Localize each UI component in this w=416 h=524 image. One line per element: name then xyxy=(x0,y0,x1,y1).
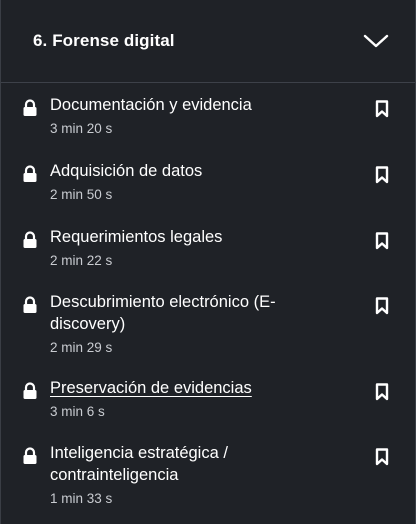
bookmark-icon[interactable] xyxy=(375,383,389,401)
lesson-title[interactable]: Requerimientos legales xyxy=(50,226,350,248)
lock-icon xyxy=(22,99,38,117)
section-title: 6. Forense digital xyxy=(33,31,175,50)
bookmark-icon[interactable] xyxy=(375,166,389,184)
lesson-duration: 2 min 22 s xyxy=(50,253,113,268)
lesson-title[interactable]: Adquisición de datos xyxy=(50,160,350,182)
lesson-item[interactable]: Preservación de evidencias 3 min 6 s xyxy=(1,377,416,427)
lock-icon xyxy=(22,231,38,249)
lock-icon xyxy=(22,296,38,314)
lesson-item[interactable]: Requerimientos legales 2 min 22 s xyxy=(1,226,416,276)
lock-icon xyxy=(22,447,38,465)
lesson-text: Requerimientos legales 2 min 22 s xyxy=(50,226,350,270)
lesson-title[interactable]: Inteligencia estratégica / contraintelig… xyxy=(50,442,300,486)
lesson-duration: 3 min 20 s xyxy=(50,121,113,136)
bookmark-icon[interactable] xyxy=(375,100,389,118)
lesson-duration: 1 min 33 s xyxy=(50,491,113,506)
lesson-text: Inteligencia estratégica / contraintelig… xyxy=(50,442,300,508)
lesson-item[interactable]: Inteligencia estratégica / contraintelig… xyxy=(1,442,416,512)
lesson-duration: 3 min 6 s xyxy=(50,404,105,419)
bookmark-icon[interactable] xyxy=(375,448,389,466)
lesson-text: Documentación y evidencia 3 min 20 s xyxy=(50,94,350,138)
lesson-duration: 2 min 29 s xyxy=(50,340,113,355)
lesson-duration: 2 min 50 s xyxy=(50,187,113,202)
chevron-down-icon[interactable] xyxy=(363,33,389,49)
lock-icon xyxy=(22,382,38,400)
lesson-text: Adquisición de datos 2 min 50 s xyxy=(50,160,350,204)
lesson-title[interactable]: Documentación y evidencia xyxy=(50,94,350,116)
bookmark-icon[interactable] xyxy=(375,232,389,250)
lock-icon xyxy=(22,165,38,183)
lesson-item[interactable]: Adquisición de datos 2 min 50 s xyxy=(1,160,416,210)
lesson-item[interactable]: Documentación y evidencia 3 min 20 s xyxy=(1,94,416,144)
lesson-text: Descubrimiento electrónico (E-discovery)… xyxy=(50,291,340,357)
course-section-panel: 6. Forense digital Documentación y evide… xyxy=(0,0,416,524)
lesson-title[interactable]: Descubrimiento electrónico (E-discovery) xyxy=(50,291,340,335)
lesson-item[interactable]: Descubrimiento electrónico (E-discovery)… xyxy=(1,291,416,361)
lesson-title-active[interactable]: Preservación de evidencias xyxy=(50,377,350,399)
section-header[interactable]: 6. Forense digital xyxy=(1,0,415,83)
bookmark-icon[interactable] xyxy=(375,297,389,315)
lesson-text: Preservación de evidencias 3 min 6 s xyxy=(50,377,350,421)
